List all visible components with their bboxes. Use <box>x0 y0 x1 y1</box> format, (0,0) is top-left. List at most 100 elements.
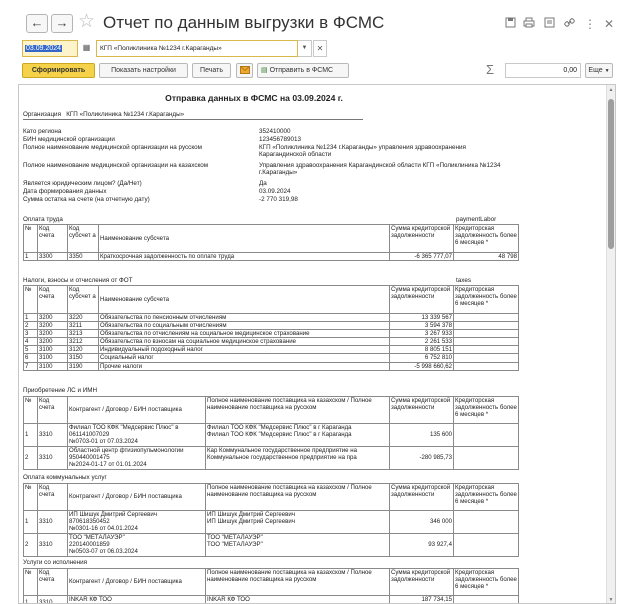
preview-icon[interactable] <box>542 17 556 31</box>
info-key: Дата формирования данных <box>23 188 107 195</box>
table-row: 2 3200 3211 Обязательства по социальным отч… <box>23 321 519 331</box>
cell: 13 339 567 <box>389 312 454 323</box>
scroll-up-icon[interactable]: ▲ <box>607 87 615 93</box>
command-bar: Сформировать Показать настройки Печать ▤… <box>0 62 624 81</box>
organization-input[interactable]: КГП «Поликлиника №1234 г.Караганды» <box>96 40 298 57</box>
cell: Обязательства по взносам на социальное м… <box>98 337 390 347</box>
cell: 3300 <box>37 251 68 262</box>
vertical-scrollbar[interactable]: ▲ ▼ <box>606 85 615 603</box>
cell <box>453 423 519 447</box>
cell: 3 267 933 <box>389 329 454 339</box>
cell: Прочие налоги <box>98 361 390 371</box>
column-header: Контрагент / Договор / БИН поставщика <box>67 396 206 424</box>
cell: 3100 <box>37 345 68 355</box>
cell <box>453 595 519 603</box>
column-header: Сумма кредиторской задолженности <box>389 224 454 253</box>
supplier-name-ru: Филиал ТОО КФК "Медсервис Плюс" в г Кара… <box>207 431 352 439</box>
column-header: Контрагент / Договор / БИН поставщика <box>67 568 206 596</box>
column-header: Код счета <box>37 224 68 253</box>
section-title-medicines: Приобретение ЛС и ИМН <box>23 387 98 394</box>
cell: 3190 <box>67 361 99 371</box>
cell: 3310 <box>37 510 68 534</box>
counterparty-name: Филиал ТОО КФК "Медсервис Плюс" в <box>69 424 179 432</box>
chevron-down-icon[interactable]: ▼ <box>298 40 312 57</box>
taxes-table: № Код счета Код субсчет а Наименование с… <box>23 285 519 371</box>
sum-sigma-icon: Σ <box>486 62 495 77</box>
column-header: Сумма кредиторской задолженности <box>389 396 454 424</box>
supplier-cell: ИП Шишук Дмитрий Сергеевич ИП Шишук Дмитр… <box>205 510 390 534</box>
table-row: 1 3310 INKAR КФ ТОО INKAR КФ ТОО 187 734… <box>23 595 519 603</box>
cell: -5 998 660,62 <box>389 361 454 371</box>
section-title-utilities: Оплата коммунальных услуг <box>23 474 107 481</box>
supplier-name-kz: INKAR КФ ТОО <box>205 595 390 603</box>
send-to-fsms-button[interactable]: ▤ Отправить в ФСМС <box>257 63 349 78</box>
cell: 48 798 <box>453 251 519 262</box>
counterparty-bin: 220140001859 <box>69 541 110 549</box>
print-icon[interactable] <box>522 17 536 31</box>
cell: 3200 <box>37 312 68 323</box>
column-header: Код субсчет а <box>67 224 99 253</box>
section-tag: paymentLabor <box>456 216 497 223</box>
cell: Индивидуальный подоходный налог <box>98 345 390 355</box>
column-header: Сумма кредиторской задолженности <box>389 285 454 314</box>
parameters-bar: 03.09.2024 ▦ КГП «Поликлиника №1234 г.Ка… <box>0 40 624 60</box>
column-header: Кредиторская задолженность более 6 месяц… <box>453 568 519 596</box>
info-value: КГП «Поликлиника №1234 г.Караганды» упра… <box>259 144 466 159</box>
cell: 3310 <box>37 595 68 603</box>
back-button[interactable]: ← <box>26 14 48 33</box>
column-header: Кредиторская задолженность более 6 месяц… <box>453 224 519 253</box>
print-button[interactable]: Печать <box>192 63 231 78</box>
cell: 6 <box>23 353 38 363</box>
forward-button[interactable]: → <box>51 14 73 33</box>
supplier-cell: Кар Коммунальное государственное предпри… <box>205 446 390 470</box>
table-row: 1 3200 3220 Обязательства по пенсионным отч… <box>23 312 519 323</box>
favorite-star-icon[interactable]: ☆ <box>78 12 95 32</box>
arrow-left-icon: ← <box>30 15 44 30</box>
link-icon[interactable] <box>562 17 576 31</box>
cell <box>453 361 519 371</box>
save-icon[interactable] <box>503 17 517 31</box>
report-title: Отправка данных в ФСМС на 03.09.2024 г. <box>165 93 343 103</box>
more-vertical-icon[interactable]: ⋮ <box>583 17 597 31</box>
cell: 3 <box>23 329 38 339</box>
utilities-table: № Код счета Контрагент / Договор / БИН п… <box>23 483 519 557</box>
counterparty-cell: ТОО "МЕТАЛАУЭР" 220140001859 №0503-07 от 0… <box>67 533 206 557</box>
send-document-icon: ▤ <box>261 67 268 74</box>
cell: 1 <box>23 510 38 534</box>
scroll-down-icon[interactable]: ▼ <box>607 597 615 603</box>
column-header: № <box>23 568 38 596</box>
column-header: № <box>23 224 38 253</box>
chevron-down-icon: ▼ <box>604 68 610 74</box>
table-row: 6 3100 3150 Социальный налог 6 752 810 <box>23 353 519 363</box>
window-header: ← → ☆ Отчет по данным выгрузки в ФСМС ⋮ … <box>0 0 624 38</box>
info-value: Да <box>259 180 267 187</box>
section-tag: taxes <box>456 277 472 284</box>
cell <box>453 312 519 323</box>
cell: 3310 <box>37 446 68 470</box>
report-date-input[interactable]: 03.09.2024 <box>22 40 78 57</box>
cell: 1 <box>23 312 38 323</box>
close-icon[interactable]: ✕ <box>602 17 616 31</box>
cell: 4 <box>23 337 38 347</box>
report-spreadsheet[interactable]: Отправка данных в ФСМС на 03.09.2024 г. … <box>18 84 616 604</box>
cell: 3100 <box>37 361 68 371</box>
cell: 2 <box>23 533 38 557</box>
scrollbar-thumb[interactable] <box>608 99 614 249</box>
column-header: Кредиторская задолженность более 6 месяц… <box>453 396 519 424</box>
show-settings-button[interactable]: Показать настройки <box>99 63 188 78</box>
section-title-payment-labor: Оплата труда <box>23 216 63 223</box>
more-button[interactable]: Еще ▼ <box>585 63 613 78</box>
counterparty-bin: 870618350452 <box>69 518 110 526</box>
cell: 3200 <box>37 329 68 339</box>
cell: 3310 <box>37 533 68 557</box>
cell <box>453 345 519 355</box>
calendar-icon[interactable]: ▦ <box>80 41 93 56</box>
email-icon[interactable] <box>236 63 253 78</box>
cell: 3211 <box>67 321 99 331</box>
counterparty-cell: Областной центр фтизиопульмонологии 95044… <box>67 446 206 470</box>
counterparty-cell: ИП Шишук Дмитрий Сергеевич 870618350452 №0… <box>67 510 206 534</box>
generate-button[interactable]: Сформировать <box>22 63 95 78</box>
cell <box>453 337 519 347</box>
supplier-name-ru: Коммунальное государственное предприятие… <box>207 454 357 462</box>
clear-icon[interactable]: ✕ <box>313 40 327 57</box>
